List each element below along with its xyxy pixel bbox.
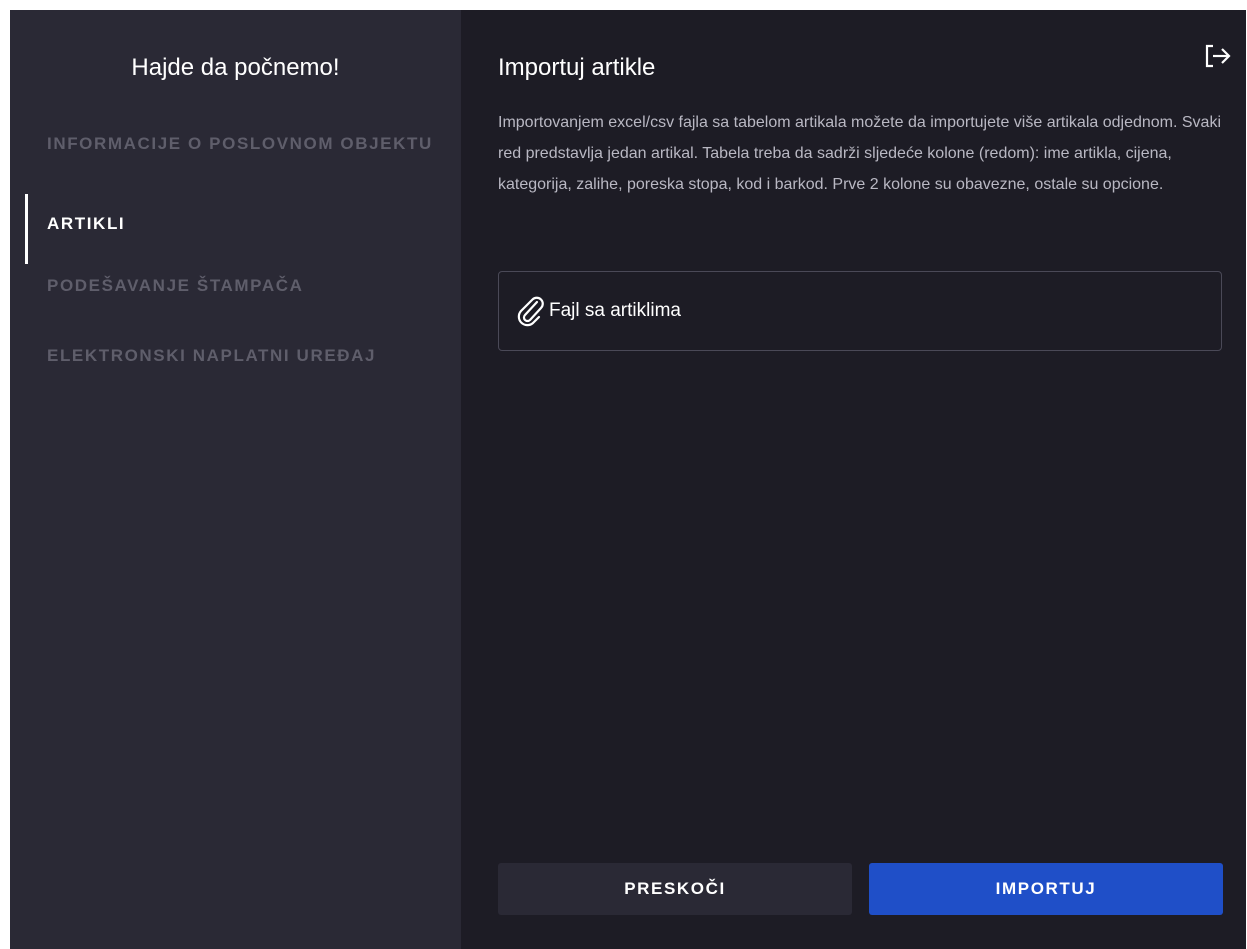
app-window: Hajde da počnemo! INFORMACIJE O POSLOVNO… xyxy=(10,10,1246,949)
nav-item-label: ELEKTRONSKI NAPLATNI UREĐAJ xyxy=(47,346,377,365)
nav-item-label: ARTIKLI xyxy=(47,214,126,233)
setup-steps-nav: INFORMACIJE O POSLOVNOM OBJEKTU ARTIKLI … xyxy=(10,128,461,396)
file-upload-label: Fajl sa artiklima xyxy=(549,300,681,321)
sidebar: Hajde da počnemo! INFORMACIJE O POSLOVNO… xyxy=(10,10,461,949)
sidebar-title: Hajde da počnemo! xyxy=(131,54,340,81)
nav-item-payment-device[interactable]: ELEKTRONSKI NAPLATNI UREĐAJ xyxy=(10,330,461,396)
nav-item-articles[interactable]: ARTIKLI xyxy=(10,194,461,264)
paperclip-icon xyxy=(517,296,544,327)
skip-button[interactable]: PRESKOČI xyxy=(498,863,852,915)
main-panel: Importuj artikle Importovanjem excel/csv… xyxy=(461,10,1246,949)
page-description: Importovanjem excel/csv fajla sa tabelom… xyxy=(498,114,1221,193)
page-title: Importuj artikle xyxy=(498,54,656,81)
nav-item-label: INFORMACIJE O POSLOVNOM OBJEKTU xyxy=(47,134,433,153)
nav-item-label: PODEŠAVANJE ŠTAMPAČA xyxy=(47,276,304,295)
nav-item-business-info[interactable]: INFORMACIJE O POSLOVNOM OBJEKTU xyxy=(10,128,461,194)
active-indicator xyxy=(25,194,28,264)
nav-item-printer-settings[interactable]: PODEŠAVANJE ŠTAMPAČA xyxy=(10,264,461,330)
file-upload-field[interactable]: Fajl sa artiklima xyxy=(498,271,1222,351)
logout-icon xyxy=(1205,44,1231,68)
import-button[interactable]: IMPORTUJ xyxy=(869,863,1223,915)
logout-button[interactable] xyxy=(1204,43,1232,69)
